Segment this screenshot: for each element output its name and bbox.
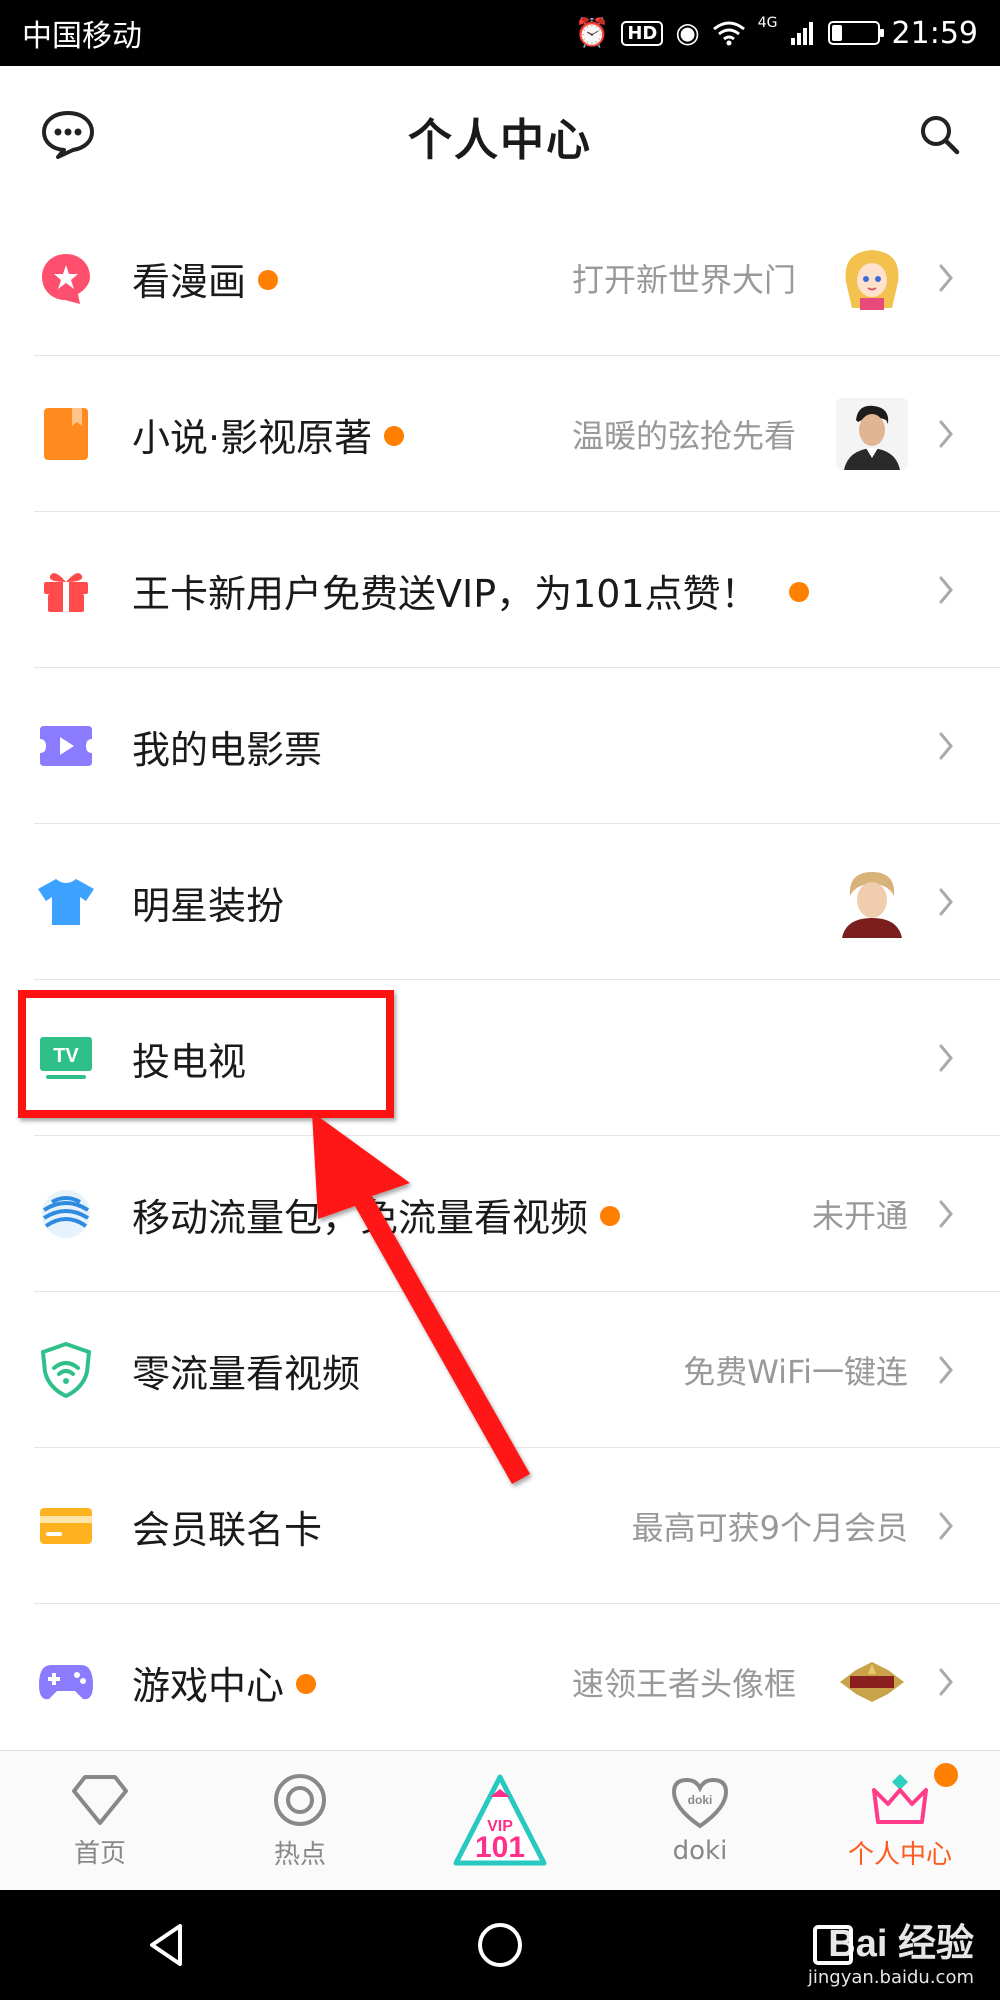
message-icon — [42, 111, 94, 159]
eye-icon: ◉ — [675, 16, 700, 49]
menu-item-label: 明星装扮 — [132, 883, 285, 928]
search-icon — [921, 116, 960, 155]
page-title: 个人中心 — [408, 115, 592, 166]
chevron-right-icon — [938, 1511, 960, 1541]
signal-icon — [790, 22, 813, 45]
menu-item-member-card[interactable]: 会员联名卡 最高可获9个月会员 — [0, 1448, 1000, 1604]
alarm-icon: ⏰ — [574, 16, 610, 49]
chevron-right-icon — [938, 263, 960, 293]
svg-text:doki: doki — [688, 1793, 713, 1807]
hd-badge: HD — [621, 20, 664, 46]
new-dot — [258, 270, 279, 290]
network-label: 4G — [757, 15, 778, 31]
menu-item-star-outfit[interactable]: 明星装扮 — [0, 824, 1000, 980]
menu-item-novel[interactable]: 小说·影视原著 温暖的弦抢先看 — [0, 356, 1000, 512]
menu-item-subtitle: 速领王者头像框 — [571, 1665, 796, 1703]
tab-home[interactable]: 首页 — [0, 1751, 200, 1891]
bottom-tab-bar: 首页 热点 VIP 101 doki doki 个人中心 — [0, 1750, 1000, 1891]
menu-item-movie-ticket[interactable]: 我的电影票 — [0, 668, 1000, 824]
crown-icon — [872, 1773, 928, 1824]
vip101-icon: VIP 101 — [453, 1774, 547, 1866]
menu-item-label: 零流量看视频 — [132, 1351, 361, 1396]
watermark-sub: jingyan.baidu.com — [807, 1967, 974, 1988]
chevron-right-icon — [938, 1199, 960, 1229]
book-icon — [34, 402, 98, 466]
wifi-shield-icon — [34, 1338, 98, 1402]
clock: 21:59 — [891, 15, 978, 51]
wifi-icon — [712, 21, 745, 46]
tab-profile[interactable]: 个人中心 — [800, 1751, 1000, 1891]
chevron-right-icon — [938, 887, 960, 917]
new-dot — [296, 1674, 317, 1694]
man-portrait-thumbnail — [836, 398, 908, 470]
tab-label: doki — [672, 1836, 728, 1866]
notification-dot — [934, 1763, 958, 1787]
tab-label: 首页 — [73, 1838, 126, 1869]
menu-item-label: 移动流量包，免流量看视频 — [132, 1187, 621, 1242]
menu-item-subtitle: 最高可获9个月会员 — [631, 1509, 908, 1547]
menu-item-label: 小说·影视原著 — [132, 407, 405, 462]
chevron-right-icon — [938, 1043, 960, 1073]
new-dot — [788, 582, 809, 602]
new-dot — [384, 426, 405, 446]
diamond-icon — [72, 1774, 128, 1825]
battery-icon — [827, 21, 884, 45]
menu-item-game-center[interactable]: 游戏中心 速领王者头像框 — [0, 1604, 1000, 1760]
card-icon — [34, 1494, 98, 1558]
tab-vip101[interactable]: VIP 101 — [400, 1751, 600, 1891]
status-bar: 中国移动 ⏰ HD ◉ 4G 21:59 — [0, 0, 1000, 66]
home-icon[interactable] — [475, 1920, 525, 1970]
china-mobile-icon — [34, 1182, 98, 1246]
menu-item-label: 王卡新用户免费送VIP，为101点赞！ — [132, 563, 809, 618]
chevron-right-icon — [938, 1667, 960, 1697]
anime-girl-thumbnail — [836, 242, 908, 314]
tshirt-icon — [34, 870, 98, 934]
menu-item-label: 看漫画 — [132, 251, 279, 306]
tab-hot[interactable]: 热点 — [200, 1751, 400, 1891]
chevron-right-icon — [938, 731, 960, 761]
menu-item-subtitle: 未开通 — [811, 1197, 908, 1235]
menu-item-zero-data[interactable]: 零流量看视频 免费WiFi一键连 — [0, 1292, 1000, 1448]
menu-item-subtitle: 免费WiFi一键连 — [683, 1353, 908, 1391]
svg-text:101: 101 — [475, 1831, 525, 1864]
menu-item-wangka-vip[interactable]: 王卡新用户免费送VIP，为101点赞！ — [0, 512, 1000, 668]
menu-item-label: 我的电影票 — [132, 727, 323, 772]
highlight-box — [18, 990, 394, 1118]
message-button[interactable] — [40, 109, 96, 163]
gamepad-icon — [34, 1650, 98, 1714]
menu-item-mobile-data[interactable]: 移动流量包，免流量看视频 未开通 — [0, 1136, 1000, 1292]
tab-label: 个人中心 — [847, 1839, 952, 1870]
comic-icon — [34, 246, 98, 310]
menu-item-label: 会员联名卡 — [132, 1507, 323, 1552]
chevron-right-icon — [938, 575, 960, 605]
chevron-right-icon — [938, 419, 960, 449]
menu-item-label: 游戏中心 — [132, 1655, 317, 1710]
target-icon — [274, 1773, 326, 1826]
menu-item-subtitle: 温暖的弦抢先看 — [571, 417, 796, 455]
new-dot — [600, 1206, 621, 1226]
menu-item-comic[interactable]: 看漫画 打开新世界大门 — [0, 200, 1000, 356]
game-logo-thumbnail — [836, 1646, 908, 1718]
chevron-right-icon — [938, 1355, 960, 1385]
tab-label: 热点 — [273, 1839, 326, 1870]
status-icons: ⏰ HD ◉ 4G 21:59 — [574, 15, 978, 51]
tab-doki[interactable]: doki doki — [600, 1751, 800, 1891]
carrier-label: 中国移动 — [22, 19, 142, 54]
gift-icon — [34, 558, 98, 622]
header: 个人中心 — [0, 66, 1000, 206]
ticket-icon — [34, 714, 98, 778]
doki-heart-icon: doki — [671, 1777, 729, 1829]
baidu-watermark: Bai 经验 jingyan.baidu.com — [808, 1912, 974, 1988]
system-nav-bar: Bai 经验 jingyan.baidu.com — [0, 1890, 1000, 2000]
search-button[interactable] — [918, 113, 960, 159]
watermark-main: Bai 经验 — [828, 1923, 974, 1965]
menu-item-subtitle: 打开新世界大门 — [571, 261, 796, 299]
back-icon[interactable] — [142, 1920, 192, 1970]
star-portrait-thumbnail — [836, 866, 908, 938]
menu-list: 看漫画 打开新世界大门 小说·影视原著 温暖的弦抢先看 王卡新用户免费送VIP，… — [0, 200, 1000, 1760]
